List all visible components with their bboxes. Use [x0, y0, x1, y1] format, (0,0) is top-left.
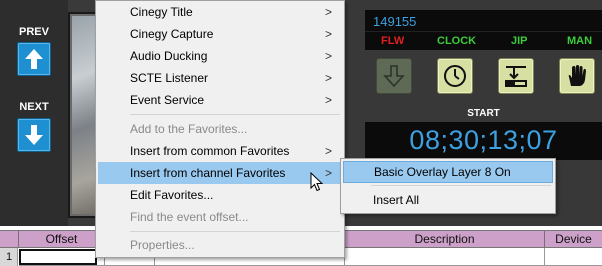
menu-item-label: Event Service: [130, 93, 205, 107]
timecode-display: 08;30;13;07: [365, 122, 602, 160]
grid-header-corner: [0, 231, 19, 247]
channel-favorites-submenu: Basic Overlay Layer 8 On Insert All: [340, 158, 556, 214]
status-clock: CLOCK: [437, 35, 477, 47]
menu-item-scte-listener[interactable]: SCTE Listener >: [98, 67, 342, 89]
context-menu: Cinegy Title > Cinegy Capture > Audio Du…: [95, 0, 345, 258]
menu-item-cinegy-title[interactable]: Cinegy Title >: [98, 1, 342, 23]
menu-item-insert-common-favorites[interactable]: Insert from common Favorites >: [98, 140, 342, 162]
next-label: NEXT: [19, 101, 49, 113]
jip-insert-icon: [505, 66, 527, 87]
menu-item-label: Edit Favorites...: [130, 188, 214, 202]
selected-cell: [19, 249, 97, 265]
menu-item-find-event-offset: Find the event offset...: [98, 206, 342, 228]
menu-item-edit-favorites[interactable]: Edit Favorites...: [98, 184, 342, 206]
status-man: MAN: [567, 35, 593, 47]
clock-button[interactable]: [437, 58, 473, 94]
menu-item-add-to-favorites: Add to the Favorites...: [98, 118, 342, 140]
menu-item-label: Cinegy Capture: [130, 27, 214, 41]
submenu-arrow-icon: >: [324, 166, 332, 180]
menu-item-event-service[interactable]: Event Service >: [98, 89, 342, 111]
start-label: START: [467, 108, 500, 119]
submenu-item-insert-all[interactable]: Insert All: [343, 189, 553, 211]
status-row: FLW CLOCK JIP MAN: [365, 32, 602, 50]
prev-label: PREV: [19, 26, 49, 38]
menu-separator: [130, 231, 340, 232]
status-flw: FLW: [381, 35, 405, 47]
menu-item-label: Add to the Favorites...: [130, 122, 248, 136]
start-timecode: 08;30;13;07: [409, 125, 558, 155]
down-arrow-icon: [25, 125, 43, 145]
up-arrow-icon: [25, 49, 43, 69]
hand-icon: [568, 65, 586, 86]
menu-item-label: SCTE Listener: [130, 71, 209, 85]
submenu-arrow-icon: >: [324, 49, 332, 63]
event-id-display: 149155: [365, 10, 602, 32]
event-id-text: 149155: [373, 14, 417, 29]
follow-button[interactable]: [376, 58, 412, 94]
menu-item-label: Insert from common Favorites: [130, 144, 290, 158]
submenu-arrow-icon: >: [324, 93, 332, 107]
mouse-pointer-icon: [310, 172, 324, 192]
menu-separator: [130, 114, 340, 115]
menu-item-label: Insert from channel Favorites: [130, 166, 286, 180]
next-button[interactable]: [17, 118, 51, 152]
down-arrow-icon: [383, 65, 405, 88]
status-jip: JIP: [511, 35, 528, 47]
submenu-arrow-icon: >: [324, 71, 332, 85]
column-device[interactable]: Device: [545, 231, 602, 247]
manual-button[interactable]: [559, 58, 595, 94]
cell-description[interactable]: [345, 248, 545, 266]
submenu-separator: [371, 185, 551, 186]
submenu-arrow-icon: >: [324, 27, 332, 41]
cell-device[interactable]: [545, 248, 602, 266]
prev-button[interactable]: [17, 42, 51, 76]
column-offset[interactable]: Offset: [19, 231, 105, 247]
menu-item-insert-channel-favorites[interactable]: Insert from channel Favorites >: [98, 162, 342, 184]
row-number: 1: [0, 248, 18, 266]
menu-item-label: Audio Ducking: [130, 49, 208, 63]
submenu-arrow-icon: >: [324, 144, 332, 158]
left-nav-panel: PREV NEXT: [0, 0, 68, 226]
column-description[interactable]: Description: [345, 231, 545, 247]
menu-item-audio-ducking[interactable]: Audio Ducking >: [98, 45, 342, 67]
menu-item-label: Cinegy Title: [130, 5, 193, 19]
clock-icon: [444, 65, 466, 87]
menu-item-cinegy-capture[interactable]: Cinegy Capture >: [98, 23, 342, 45]
submenu-item-basic-overlay[interactable]: Basic Overlay Layer 8 On: [343, 161, 553, 183]
submenu-arrow-icon: >: [324, 5, 332, 19]
menu-item-properties: Properties...: [98, 234, 342, 256]
menu-item-label: Properties...: [130, 238, 195, 252]
menu-item-label: Find the event offset...: [130, 210, 249, 224]
jip-button[interactable]: [498, 58, 534, 94]
